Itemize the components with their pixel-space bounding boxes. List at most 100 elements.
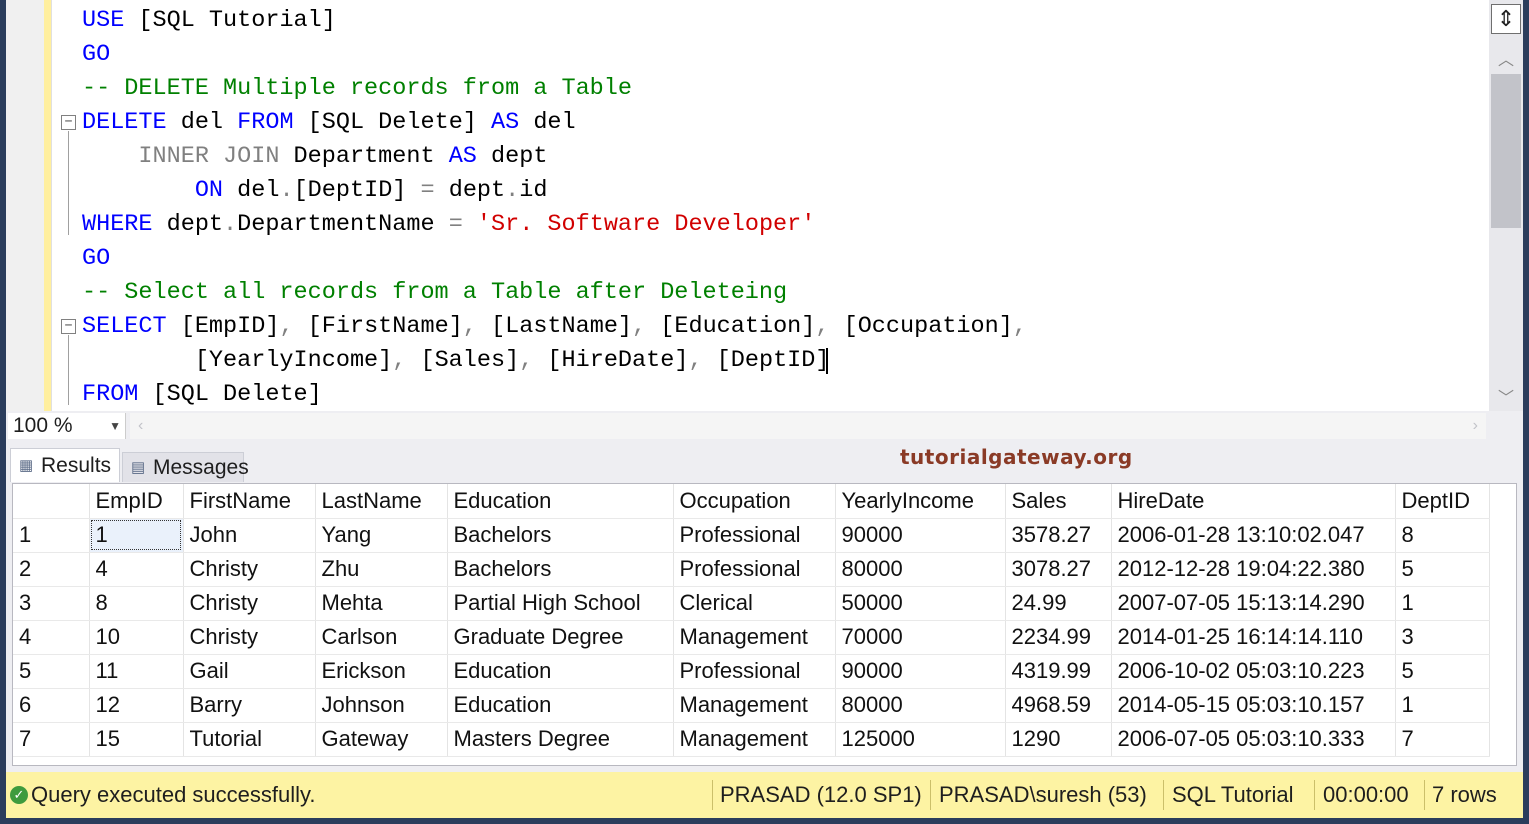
table-cell[interactable]: Masters Degree <box>447 722 674 757</box>
row-number[interactable]: 3 <box>13 586 90 621</box>
table-cell[interactable]: 12 <box>89 688 184 723</box>
table-cell[interactable]: 1 <box>1395 586 1490 621</box>
split-window-icon[interactable]: ⇕ <box>1491 4 1521 34</box>
column-header[interactable]: YearlyIncome <box>835 484 1006 519</box>
code-line[interactable]: USE [SQL Tutorial] <box>82 4 336 38</box>
tab-results[interactable]: ▦ Results <box>10 448 120 482</box>
code-line[interactable]: INNER JOIN Department AS dept <box>82 140 547 174</box>
table-row[interactable]: 6 12 Barry Johnson Education Management 80000 4… <box>13 688 1490 723</box>
table-cell[interactable]: 2007-07-05 15:13:14.290 <box>1111 586 1396 621</box>
code-line[interactable]: GO <box>82 38 110 72</box>
table-cell[interactable]: Professional <box>673 552 836 587</box>
table-cell[interactable]: 2014-05-15 05:03:10.157 <box>1111 688 1396 723</box>
table-cell[interactable]: 50000 <box>835 586 1006 621</box>
vertical-scrollbar[interactable]: ⇕ ︿ ﹀ <box>1489 0 1523 411</box>
scroll-right-icon[interactable]: › <box>1473 413 1478 439</box>
table-cell[interactable]: 10 <box>89 620 184 655</box>
table-cell[interactable]: 5 <box>1395 552 1490 587</box>
table-cell[interactable]: Tutorial <box>183 722 316 757</box>
table-cell[interactable]: 1 <box>89 518 184 553</box>
code-line[interactable]: WHERE dept.DepartmentName = 'Sr. Softwar… <box>82 208 815 242</box>
table-cell[interactable]: 11 <box>89 654 184 689</box>
table-cell[interactable]: 2006-07-05 05:03:10.333 <box>1111 722 1396 757</box>
table-cell[interactable]: Bachelors <box>447 518 674 553</box>
zoom-select[interactable]: 100 % ▼ <box>8 413 126 439</box>
table-cell[interactable]: 8 <box>1395 518 1490 553</box>
code-line[interactable]: GO <box>82 242 110 276</box>
table-cell[interactable]: 90000 <box>835 654 1006 689</box>
table-row[interactable]: 5 11 Gail Erickson Education Professional 9000… <box>13 654 1490 689</box>
column-header[interactable]: Occupation <box>673 484 836 519</box>
column-header[interactable]: EmpID <box>89 484 184 519</box>
table-row[interactable]: 7 15 Tutorial Gateway Masters Degree Manageme… <box>13 722 1490 757</box>
table-cell[interactable]: 80000 <box>835 552 1006 587</box>
table-cell[interactable]: Education <box>447 688 674 723</box>
row-number[interactable]: 2 <box>13 552 90 587</box>
column-header[interactable] <box>13 484 90 519</box>
scrollbar-thumb[interactable] <box>1491 74 1521 228</box>
table-cell[interactable]: Christy <box>183 552 316 587</box>
table-cell[interactable]: Yang <box>315 518 448 553</box>
table-cell[interactable]: Professional <box>673 654 836 689</box>
row-number[interactable]: 4 <box>13 620 90 655</box>
table-cell[interactable]: Mehta <box>315 586 448 621</box>
table-cell[interactable]: Gateway <box>315 722 448 757</box>
code-line[interactable]: [YearlyIncome], [Sales], [HireDate], [De… <box>82 344 830 378</box>
table-row[interactable]: 4 10 Christy Carlson Graduate Degree Manageme… <box>13 620 1490 655</box>
table-row[interactable]: 1 1 John Yang Bachelors Professional 90000 3578… <box>13 518 1490 553</box>
table-cell[interactable]: Clerical <box>673 586 836 621</box>
table-cell[interactable]: 4 <box>89 552 184 587</box>
table-cell[interactable]: Management <box>673 688 836 723</box>
table-cell[interactable]: Johnson <box>315 688 448 723</box>
code-line[interactable]: -- Select all records from a Table after… <box>82 276 787 310</box>
collapse-delete-icon[interactable]: − <box>61 115 76 130</box>
table-cell[interactable]: 1290 <box>1005 722 1112 757</box>
table-cell[interactable]: 90000 <box>835 518 1006 553</box>
row-number[interactable]: 1 <box>13 518 90 553</box>
table-cell[interactable]: 7 <box>1395 722 1490 757</box>
table-cell[interactable]: Management <box>673 620 836 655</box>
table-cell[interactable]: 5 <box>1395 654 1490 689</box>
results-grid[interactable]: EmpID FirstName LastName Education Occupatio… <box>12 483 1517 766</box>
horizontal-scrollbar[interactable]: ‹ › <box>130 413 1486 439</box>
table-row[interactable]: 3 8 Christy Mehta Partial High School Clerica… <box>13 586 1490 621</box>
scroll-down-icon[interactable]: ﹀ <box>1489 384 1523 408</box>
table-cell[interactable]: Management <box>673 722 836 757</box>
table-cell[interactable]: 2012-12-28 19:04:22.380 <box>1111 552 1396 587</box>
table-cell[interactable]: Professional <box>673 518 836 553</box>
column-header[interactable]: FirstName <box>183 484 316 519</box>
scroll-up-icon[interactable]: ︿ <box>1489 46 1523 70</box>
table-cell[interactable]: Gail <box>183 654 316 689</box>
table-cell[interactable]: 70000 <box>835 620 1006 655</box>
table-cell[interactable]: Christy <box>183 586 316 621</box>
collapse-select-icon[interactable]: − <box>61 319 76 334</box>
table-cell[interactable]: 2006-10-02 05:03:10.223 <box>1111 654 1396 689</box>
table-row[interactable]: 2 4 Christy Zhu Bachelors Professional 80000 30… <box>13 552 1490 587</box>
table-cell[interactable]: 3578.27 <box>1005 518 1112 553</box>
code-line[interactable]: ON del.[DeptID] = dept.id <box>82 174 548 208</box>
column-header[interactable]: Education <box>447 484 674 519</box>
table-cell[interactable]: Christy <box>183 620 316 655</box>
sql-editor[interactable]: − − USE [SQL Tutorial] GO -- DELETE Multip… <box>6 0 1523 411</box>
table-cell[interactable]: Partial High School <box>447 586 674 621</box>
tab-messages[interactable]: ▤ Messages <box>122 452 249 482</box>
table-cell[interactable]: Bachelors <box>447 552 674 587</box>
table-cell[interactable]: 4968.59 <box>1005 688 1112 723</box>
table-cell[interactable]: 1 <box>1395 688 1490 723</box>
code-line[interactable]: -- DELETE Multiple records from a Table <box>82 72 632 106</box>
column-header[interactable]: HireDate <box>1111 484 1396 519</box>
table-cell[interactable]: 3 <box>1395 620 1490 655</box>
code-line[interactable]: DELETE del FROM [SQL Delete] AS del <box>82 106 576 140</box>
table-cell[interactable]: Education <box>447 654 674 689</box>
row-number[interactable]: 5 <box>13 654 90 689</box>
column-header[interactable]: DeptID <box>1395 484 1490 519</box>
table-cell[interactable]: 80000 <box>835 688 1006 723</box>
table-cell[interactable]: Erickson <box>315 654 448 689</box>
table-cell[interactable]: 2234.99 <box>1005 620 1112 655</box>
table-cell[interactable]: Carlson <box>315 620 448 655</box>
table-cell[interactable]: 125000 <box>835 722 1006 757</box>
table-cell[interactable]: 24.99 <box>1005 586 1112 621</box>
column-header[interactable]: LastName <box>315 484 448 519</box>
chevron-down-icon[interactable]: ▼ <box>109 413 121 439</box>
table-cell[interactable]: Barry <box>183 688 316 723</box>
